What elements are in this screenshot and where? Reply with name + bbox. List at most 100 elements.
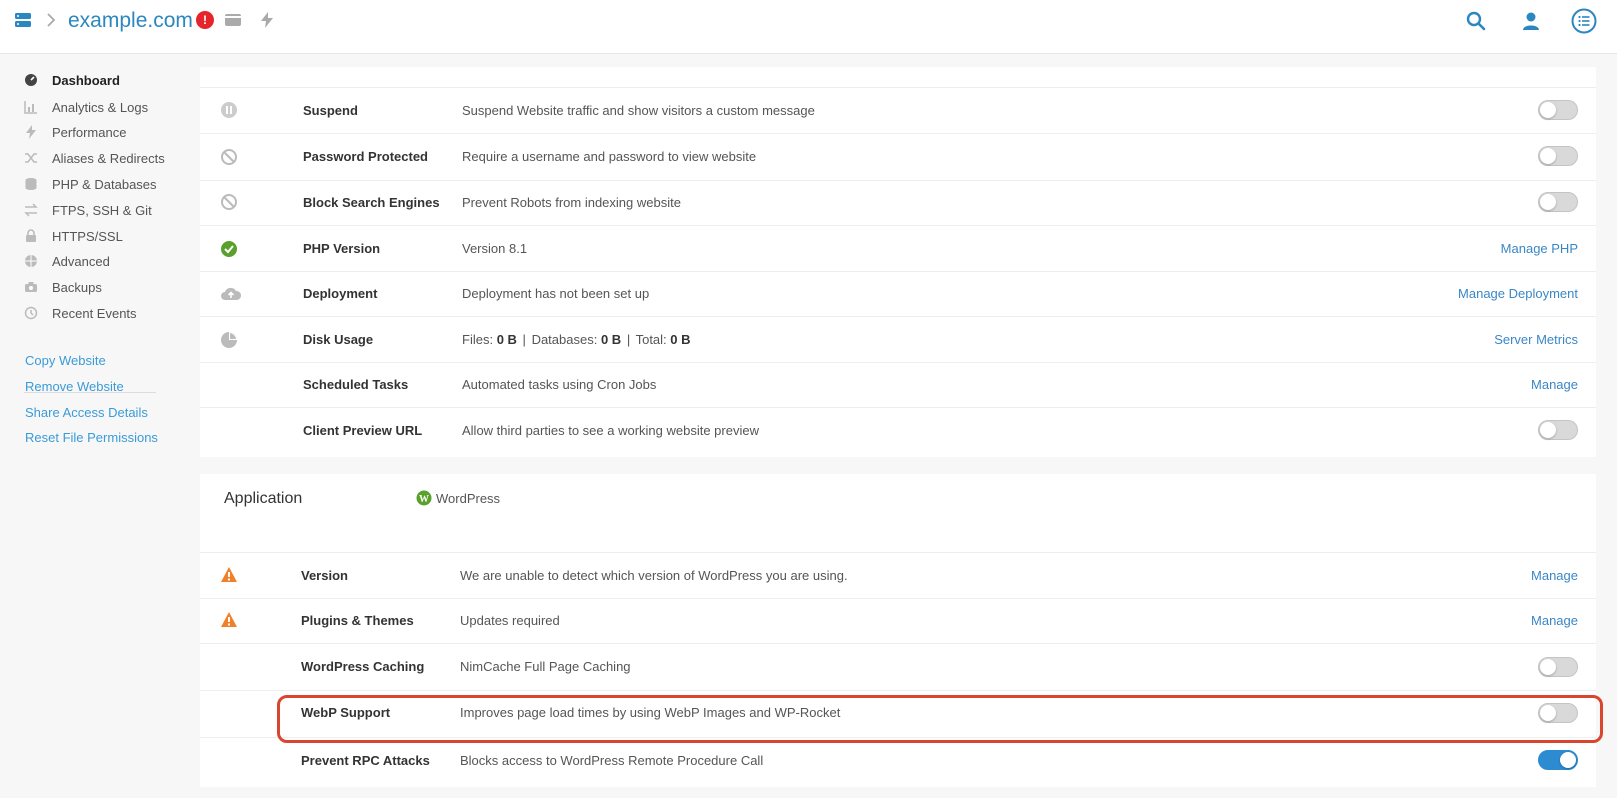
client-preview-url-toggle[interactable] <box>1538 420 1578 440</box>
toggle-knob <box>1540 422 1556 438</box>
databases-value: 0 B <box>600 332 622 347</box>
pie-chart-icon <box>221 332 237 348</box>
sidebar-item-php-databases[interactable]: PHP & Databases <box>24 173 157 195</box>
prevent-rpc-attacks-toggle[interactable] <box>1538 750 1578 770</box>
password-protected-toggle[interactable] <box>1538 146 1578 166</box>
blocked-icon <box>221 194 237 210</box>
row-name: Scheduled Tasks <box>303 377 409 392</box>
cloud-upload-icon <box>221 287 242 300</box>
sidebar-item-aliases[interactable]: Aliases & Redirects <box>24 147 165 169</box>
settings-row-block-search-engines: Block Search Engines Prevent Robots from… <box>200 180 1596 225</box>
row-desc: Suspend Website traffic and show visitor… <box>462 103 815 118</box>
sidebar-item-ftps[interactable]: FTPS, SSH & Git <box>24 199 152 221</box>
manage-version-link[interactable]: Manage <box>1531 568 1578 583</box>
row-name: WebP Support <box>301 705 391 720</box>
settings-row-client-preview-url: Client Preview URL Allow third parties t… <box>200 407 1596 457</box>
application-type-label: WordPress <box>436 490 501 506</box>
sidebar-item-analytics[interactable]: Analytics & Logs <box>24 96 148 118</box>
row-name: Plugins & Themes <box>301 613 414 628</box>
total-value: 0 B <box>670 332 691 347</box>
card-icon[interactable] <box>224 11 242 29</box>
sidebar-item-dashboard[interactable]: Dashboard <box>24 69 120 91</box>
menu-list-icon[interactable] <box>1571 8 1597 34</box>
sidebar-item-label: Backups <box>52 279 102 295</box>
server-icon[interactable] <box>14 11 32 29</box>
share-access-details-link[interactable]: Share Access Details <box>25 405 148 420</box>
sidebar-item-https[interactable]: HTTPS/SSL <box>24 225 123 247</box>
toggle-knob <box>1540 705 1556 721</box>
app-row-plugins-themes: Plugins & Themes Updates required Manage <box>200 598 1596 643</box>
sidebar-item-performance[interactable]: Performance <box>24 121 126 143</box>
app-row-wordpress-caching: WordPress Caching NimCache Full Page Cac… <box>200 643 1596 690</box>
database-icon <box>25 178 37 190</box>
separator: | <box>626 332 631 347</box>
row-desc: Prevent Robots from indexing website <box>462 195 681 210</box>
sidebar-item-label: Recent Events <box>52 305 137 321</box>
sidebar-item-advanced[interactable]: Advanced <box>24 250 110 272</box>
manage-scheduled-tasks-link[interactable]: Manage <box>1531 377 1578 392</box>
sidebar-item-label: Performance <box>52 124 127 140</box>
manage-plugins-link[interactable]: Manage <box>1531 613 1578 628</box>
user-icon[interactable] <box>1520 10 1542 32</box>
row-name: PHP Version <box>303 241 381 256</box>
svg-text:W: W <box>419 494 429 505</box>
files-value: 0 B <box>496 332 517 347</box>
toggle-knob <box>1540 102 1556 118</box>
row-desc: Updates required <box>460 613 560 628</box>
toggle-knob <box>1540 194 1556 210</box>
domain-title[interactable]: example.com <box>68 9 193 33</box>
manage-php-link[interactable]: Manage PHP <box>1501 241 1578 256</box>
search-icon[interactable] <box>1465 10 1487 32</box>
transfer-icon <box>24 203 38 217</box>
remove-website-link[interactable]: Remove Website <box>25 379 124 394</box>
dashboard-icon <box>25 74 37 86</box>
settings-row-password-protected: Password Protected Require a username an… <box>200 133 1596 180</box>
toggle-knob <box>1560 752 1576 768</box>
webp-support-toggle[interactable] <box>1538 703 1578 723</box>
chart-icon <box>24 101 37 114</box>
settings-panel: Suspend Suspend Website traffic and show… <box>200 67 1596 457</box>
wordpress-caching-toggle[interactable] <box>1538 657 1578 677</box>
bolt-icon[interactable] <box>258 11 276 29</box>
row-name: Disk Usage <box>303 332 374 347</box>
settings-row-php-version: PHP Version Version 8.1 Manage PHP <box>200 225 1596 271</box>
app-row-version: Version We are unable to detect which ve… <box>200 552 1596 598</box>
bolt-icon <box>26 125 36 139</box>
block-search-engines-toggle[interactable] <box>1538 192 1578 212</box>
row-desc: Improves page load times by using WebP I… <box>460 705 841 720</box>
row-name: Deployment <box>303 286 378 301</box>
total-label: Total: <box>635 332 667 347</box>
application-panel: Application W WordPress Version We are u… <box>200 474 1596 787</box>
application-type: W WordPress <box>416 490 500 506</box>
settings-row-suspend: Suspend Suspend Website traffic and show… <box>200 87 1596 133</box>
separator: | <box>522 332 526 347</box>
disk-usage-summary: Files: 0 B | Databases: 0 B | Total: 0 B <box>462 332 691 347</box>
row-name: Password Protected <box>303 149 428 164</box>
sidebar-item-label: Aliases & Redirects <box>52 150 165 166</box>
app-row-prevent-rpc-attacks: Prevent RPC Attacks Blocks access to Wor… <box>200 737 1596 787</box>
row-desc: Version 8.1 <box>462 241 528 256</box>
row-desc: We are unable to detect which version of… <box>460 568 848 583</box>
row-desc: Blocks access to WordPress Remote Proced… <box>460 753 764 768</box>
camera-icon <box>25 282 37 292</box>
reset-file-permissions-link[interactable]: Reset File Permissions <box>25 430 158 445</box>
warning-icon <box>221 612 237 627</box>
sidebar-item-backups[interactable]: Backups <box>24 276 102 298</box>
row-name: Block Search Engines <box>303 195 440 210</box>
copy-website-link[interactable]: Copy Website <box>25 353 106 368</box>
alert-icon[interactable]: ! <box>196 11 214 29</box>
chevron-right-icon <box>47 13 56 27</box>
files-label: Files: <box>462 332 494 347</box>
row-name: WordPress Caching <box>301 659 425 674</box>
check-circle-icon <box>221 241 237 257</box>
suspend-toggle[interactable] <box>1538 100 1578 120</box>
row-desc: Allow third parties to see a working web… <box>462 423 759 438</box>
row-desc: Deployment has not been set up <box>462 286 650 301</box>
globe-icon <box>25 255 37 267</box>
manage-deployment-link[interactable]: Manage Deployment <box>1458 286 1578 301</box>
settings-row-scheduled-tasks: Scheduled Tasks Automated tasks using Cr… <box>200 362 1596 407</box>
toggle-knob <box>1540 659 1556 675</box>
databases-label: Databases: <box>531 332 598 347</box>
sidebar-item-recent-events[interactable]: Recent Events <box>24 302 137 324</box>
server-metrics-link[interactable]: Server Metrics <box>1494 332 1578 347</box>
